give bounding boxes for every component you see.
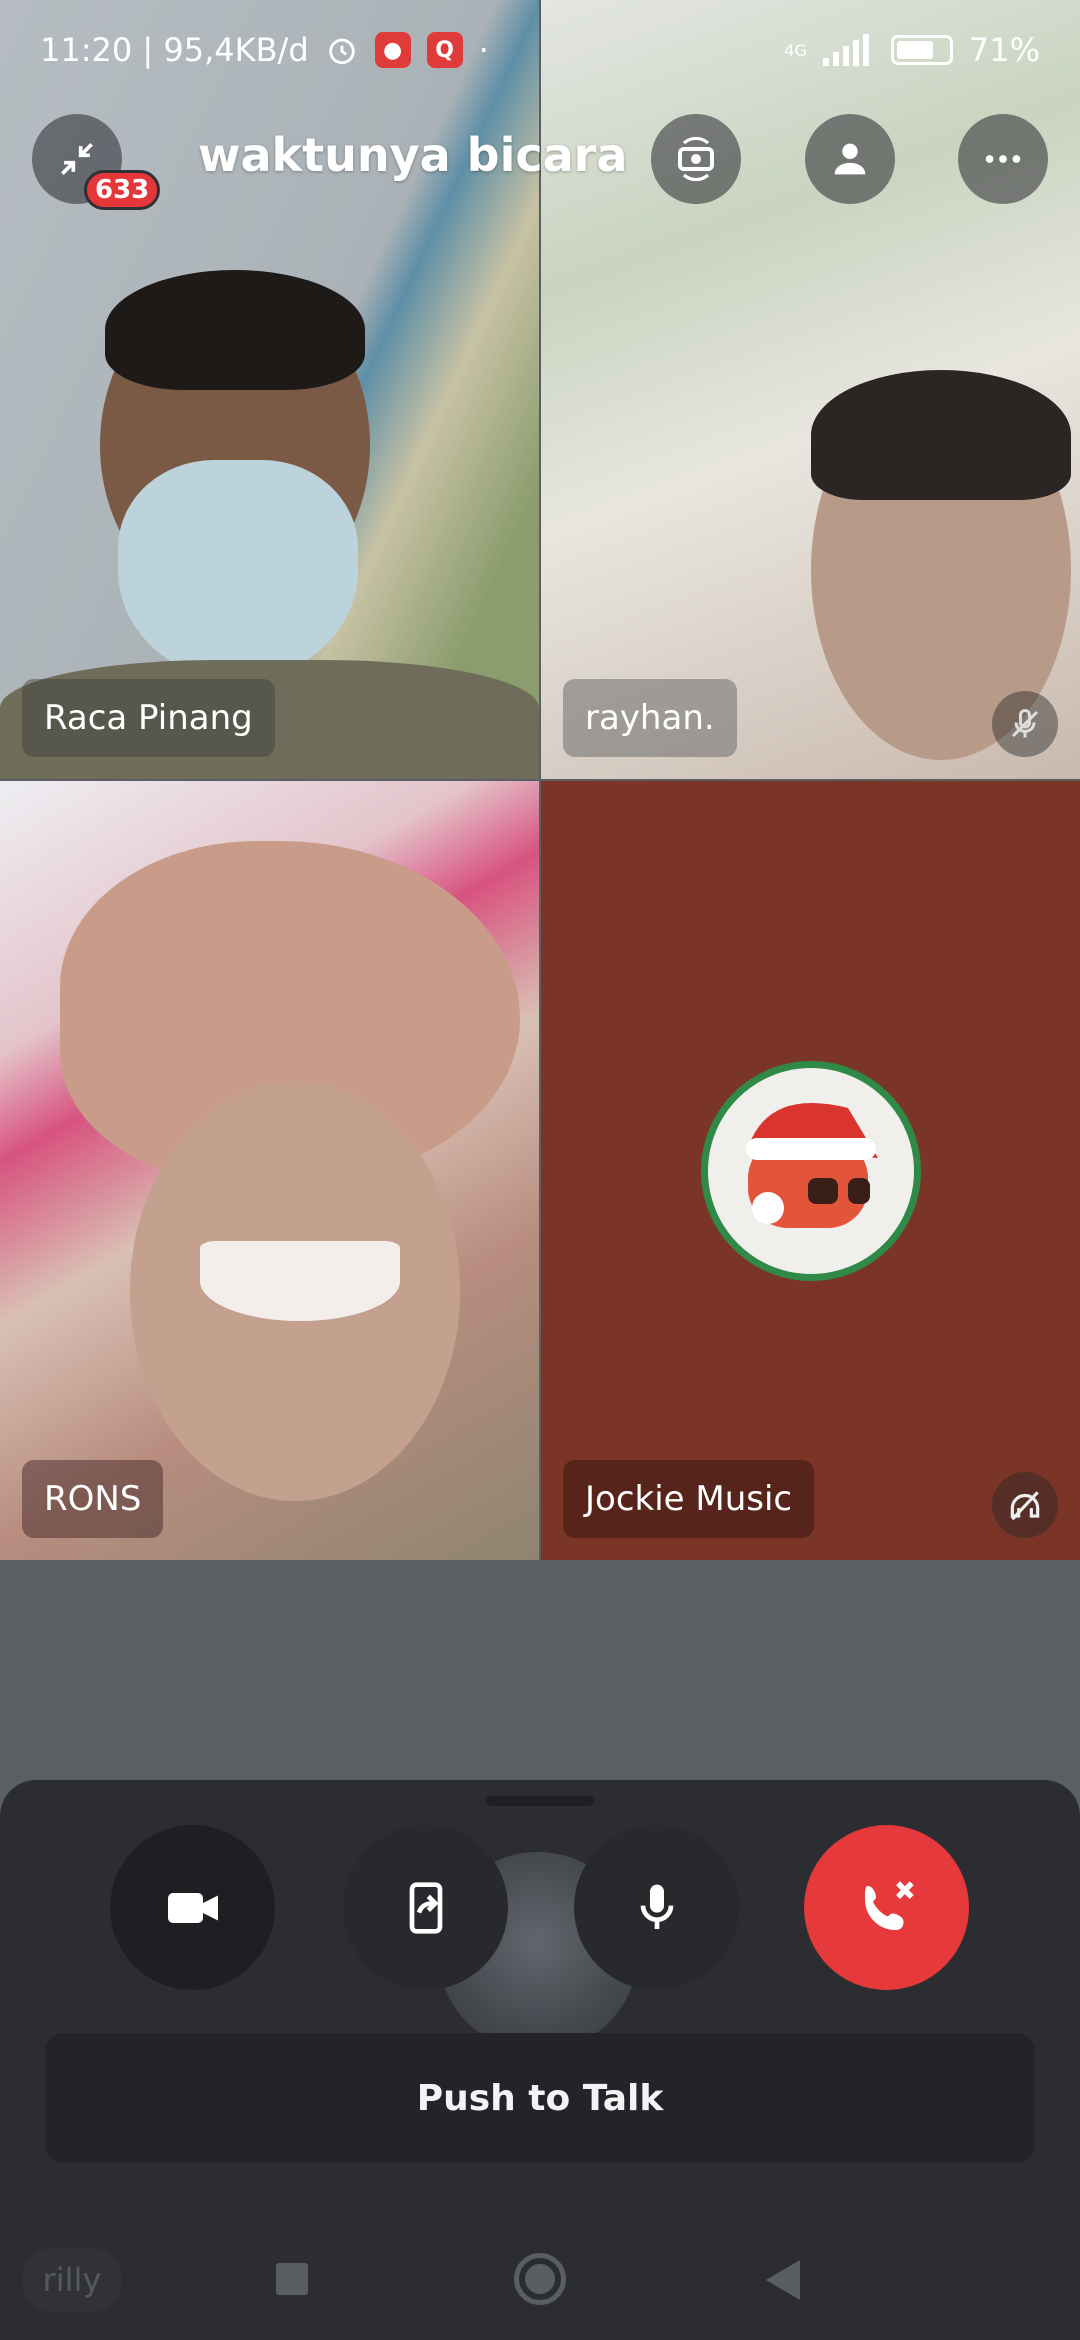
push-to-talk-label: Push to Talk — [416, 2077, 664, 2119]
battery-percent: 71% — [968, 31, 1040, 69]
participant-name-label: rayhan. — [563, 679, 737, 757]
photo-person-hair — [811, 370, 1071, 500]
switch-camera-button[interactable] — [651, 114, 741, 204]
screen-share-icon — [409, 1881, 442, 1934]
signal-icon — [822, 34, 869, 66]
participant-tile-jockie-music[interactable]: Jockie Music — [541, 781, 1080, 1560]
participant-name: Raca Pinang — [44, 698, 253, 738]
hang-up-icon — [864, 1880, 914, 1930]
recents-icon[interactable] — [276, 2263, 308, 2295]
alarm-icon — [328, 38, 355, 65]
status-left: 11:20 | 95,4KB/d ● Q · — [40, 31, 489, 69]
toggle-mic-button[interactable] — [574, 1825, 739, 1990]
camera-rotate-icon — [678, 136, 714, 182]
screen-share-button[interactable] — [343, 1825, 508, 1990]
status-bar: 11:20 | 95,4KB/d ● Q · 4G 71% — [0, 0, 1080, 100]
toggle-video-button[interactable] — [110, 1825, 275, 1990]
network-type: 4G — [784, 40, 807, 60]
photo-person-hair — [105, 270, 365, 390]
push-to-talk-button[interactable]: Push to Talk — [45, 2033, 1035, 2163]
status-time-speed: 11:20 | 95,4KB/d — [40, 31, 309, 69]
participant-name-label: RONS — [22, 1460, 164, 1538]
channel-title: waktunya bicara — [198, 128, 628, 182]
drag-handle[interactable] — [486, 1796, 594, 1806]
q-app-notification-icon: Q — [426, 32, 463, 68]
end-call-button[interactable] — [804, 1825, 969, 1990]
mic-muted-icon — [992, 691, 1058, 757]
photo-face-mask — [118, 460, 358, 680]
participant-name: RONS — [44, 1479, 142, 1519]
call-controls-panel: Push to Talk rilly — [0, 1780, 1080, 2340]
participant-tile-rons[interactable]: RONS — [0, 781, 539, 1560]
participant-name: rayhan. — [585, 698, 715, 738]
home-icon[interactable] — [514, 2253, 566, 2305]
microphone-icon — [640, 1884, 673, 1929]
system-nav-bar: rilly — [0, 2210, 1080, 2340]
person-icon — [834, 143, 866, 175]
more-notifications-dot: · — [478, 31, 489, 69]
bot-avatar-image — [746, 1103, 878, 1228]
more-options-button[interactable] — [958, 114, 1048, 204]
participant-name-label: Jockie Music — [563, 1460, 815, 1538]
notification-badge: 633 — [84, 170, 161, 210]
participants-button[interactable] — [805, 114, 895, 204]
participant-name: Jockie Music — [585, 1479, 793, 1519]
battery-icon — [890, 35, 953, 65]
more-dots-icon — [985, 155, 1021, 163]
bot-avatar — [701, 1061, 921, 1281]
status-right: 4G 71% — [784, 31, 1040, 69]
recent-app-chip[interactable]: rilly — [22, 2248, 122, 2312]
back-icon[interactable] — [766, 2260, 800, 2300]
participant-name-label: Raca Pinang — [22, 679, 275, 757]
photo-person-smile — [200, 1241, 400, 1321]
discord-notification-icon: ● — [374, 32, 411, 68]
video-camera-icon — [167, 1892, 218, 1923]
battery-fill — [896, 41, 933, 59]
deafened-headphones-icon — [992, 1472, 1058, 1538]
minimize-call-button[interactable]: 633 — [32, 114, 161, 210]
recent-app-label: rilly — [42, 2261, 102, 2299]
call-header: 633 waktunya bicara — [0, 110, 1080, 210]
